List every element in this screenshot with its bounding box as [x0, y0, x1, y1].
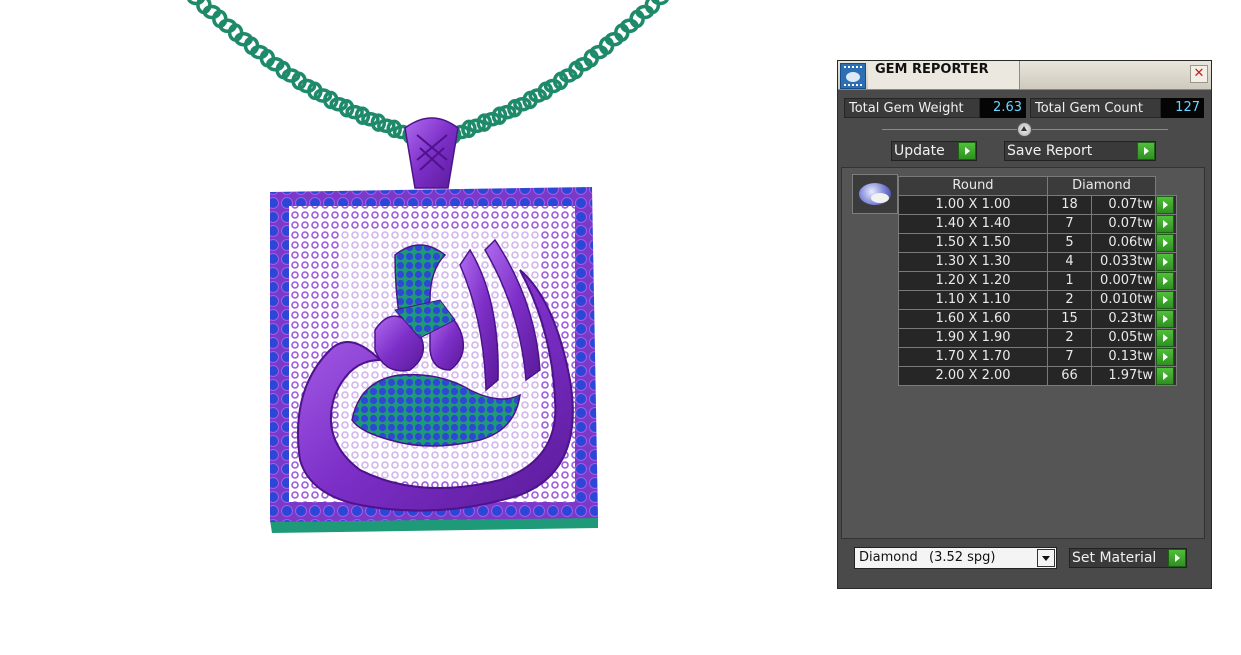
table-row[interactable]: 1.90 X 1.90 2 0.05tw	[898, 328, 1177, 348]
gem-size-cell: 1.10 X 1.10	[898, 290, 1048, 310]
total-gem-weight-label: Total Gem Weight	[844, 98, 980, 118]
gem-size-cell: 1.90 X 1.90	[898, 328, 1048, 348]
gem-count-cell: 4	[1047, 252, 1092, 272]
chevron-down-icon[interactable]	[1037, 549, 1055, 567]
header-shape: Round	[898, 176, 1048, 196]
close-button[interactable]: ✕	[1190, 65, 1208, 83]
play-arrow-icon[interactable]	[1156, 196, 1174, 214]
total-gem-count-label: Total Gem Count	[1030, 98, 1161, 118]
gem-count-cell: 1	[1047, 271, 1092, 291]
row-action-cell	[1155, 214, 1177, 234]
gem-weight-cell: 0.06tw	[1091, 233, 1156, 253]
row-action-cell	[1155, 347, 1177, 367]
update-button[interactable]: Update	[891, 141, 977, 161]
total-gem-count-value: 127	[1161, 98, 1204, 118]
pendant-render	[187, 0, 669, 533]
gem-count-cell: 7	[1047, 214, 1092, 234]
gem-count-cell: 2	[1047, 328, 1092, 348]
play-arrow-icon[interactable]	[958, 142, 976, 160]
gem-weight-cell: 1.97tw	[1091, 366, 1156, 386]
table-row[interactable]: 1.10 X 1.10 2 0.010tw	[898, 290, 1177, 310]
table-row[interactable]: 1.30 X 1.30 4 0.033tw	[898, 252, 1177, 272]
table-row[interactable]: 1.40 X 1.40 7 0.07tw	[898, 214, 1177, 234]
play-arrow-icon[interactable]	[1156, 272, 1174, 290]
row-action-cell	[1155, 309, 1177, 329]
save-report-button[interactable]: Save Report	[1004, 141, 1156, 161]
gem-count-cell: 5	[1047, 233, 1092, 253]
gem-count-cell: 15	[1047, 309, 1092, 329]
table-row[interactable]: 1.60 X 1.60 15 0.23tw	[898, 309, 1177, 329]
play-arrow-icon[interactable]	[1156, 234, 1174, 252]
set-material-button-label: Set Material	[1072, 550, 1157, 566]
gem-size-cell: 1.70 X 1.70	[898, 347, 1048, 367]
row-action-cell	[1155, 328, 1177, 348]
table-row[interactable]: 1.00 X 1.00 18 0.07tw	[898, 195, 1177, 215]
table-row[interactable]: 2.00 X 2.00 66 1.97tw	[898, 366, 1177, 386]
play-arrow-icon[interactable]	[1156, 329, 1174, 347]
total-gem-weight-value: 2.63	[980, 98, 1026, 118]
row-action-cell	[1155, 252, 1177, 272]
slider-handle[interactable]	[1017, 122, 1032, 137]
save-report-button-label: Save Report	[1007, 143, 1093, 159]
gem-count-cell: 18	[1047, 195, 1092, 215]
gem-size-cell: 1.30 X 1.30	[898, 252, 1048, 272]
gem-size-cell: 1.60 X 1.60	[898, 309, 1048, 329]
play-arrow-icon[interactable]	[1137, 142, 1155, 160]
chain-link	[651, 0, 669, 6]
play-arrow-icon[interactable]	[1156, 367, 1174, 385]
gem-count-cell: 66	[1047, 366, 1092, 386]
gem-table: Round Diamond 1.00 X 1.00 18 0.07tw 1.40 X …	[898, 176, 1177, 386]
play-arrow-icon[interactable]	[1168, 549, 1186, 567]
row-action-cell	[1155, 233, 1177, 253]
play-arrow-icon[interactable]	[1156, 253, 1174, 271]
panel-title: GEM REPORTER	[875, 62, 989, 77]
material-value: Diamond	[859, 550, 918, 565]
table-row[interactable]: 1.50 X 1.50 5 0.06tw	[898, 233, 1177, 253]
titlebar[interactable]: GEM REPORTER ✕	[838, 61, 1211, 90]
gem-weight-cell: 0.007tw	[1091, 271, 1156, 291]
play-arrow-icon[interactable]	[1156, 310, 1174, 328]
row-action-cell	[1155, 366, 1177, 386]
gem-count-cell: 7	[1047, 347, 1092, 367]
row-action-cell	[1155, 271, 1177, 291]
gem-size-cell: 1.00 X 1.00	[898, 195, 1048, 215]
gem-weight-cell: 0.23tw	[1091, 309, 1156, 329]
gem-weight-cell: 0.13tw	[1091, 347, 1156, 367]
gem-weight-cell: 0.033tw	[1091, 252, 1156, 272]
chain-link	[187, 0, 205, 6]
gem-count-cell: 2	[1047, 290, 1092, 310]
table-row[interactable]: 1.20 X 1.20 1 0.007tw	[898, 271, 1177, 291]
round-gem-icon[interactable]	[852, 174, 898, 214]
gem-size-cell: 1.50 X 1.50	[898, 233, 1048, 253]
gem-reporter-app-icon	[840, 63, 866, 89]
play-arrow-icon[interactable]	[1156, 291, 1174, 309]
material-spg: (3.52 spg)	[929, 550, 996, 565]
gem-size-cell: 1.40 X 1.40	[898, 214, 1048, 234]
material-dropdown[interactable]: Diamond (3.52 spg)	[854, 547, 1057, 569]
gem-reporter-panel: GEM REPORTER ✕ Total Gem Weight 2.63 Tot…	[837, 60, 1212, 589]
gem-size-cell: 1.20 X 1.20	[898, 271, 1048, 291]
gem-weight-cell: 0.010tw	[1091, 290, 1156, 310]
pendant-bail	[404, 117, 459, 189]
play-arrow-icon[interactable]	[1156, 348, 1174, 366]
update-button-label: Update	[894, 143, 945, 159]
set-material-button[interactable]: Set Material	[1069, 548, 1187, 568]
gem-weight-cell: 0.07tw	[1091, 214, 1156, 234]
row-action-cell	[1155, 290, 1177, 310]
gem-list-area: Round Diamond 1.00 X 1.00 18 0.07tw 1.40 X …	[841, 167, 1205, 539]
table-row[interactable]: 1.70 X 1.70 7 0.13tw	[898, 347, 1177, 367]
row-action-cell	[1155, 195, 1177, 215]
gem-weight-cell: 0.07tw	[1091, 195, 1156, 215]
chevron-up-icon	[1021, 126, 1027, 131]
close-icon: ✕	[1193, 66, 1205, 81]
gem-size-cell: 2.00 X 2.00	[898, 366, 1048, 386]
play-arrow-icon[interactable]	[1156, 215, 1174, 233]
header-material: Diamond	[1047, 176, 1156, 196]
3d-viewport[interactable]	[0, 0, 820, 655]
gem-weight-cell: 0.05tw	[1091, 328, 1156, 348]
